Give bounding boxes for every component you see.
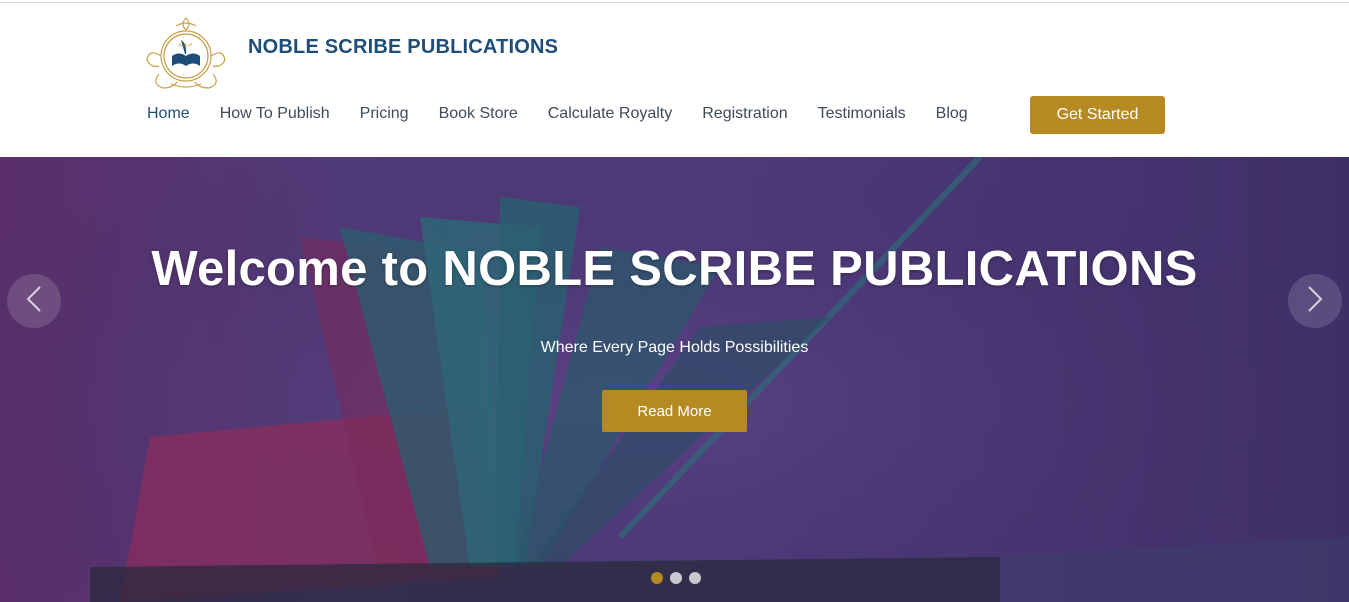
- slide-dot-2[interactable]: [670, 572, 682, 584]
- nav-home[interactable]: Home: [147, 105, 190, 123]
- nav-book-store[interactable]: Book Store: [439, 105, 518, 123]
- slider-next-button[interactable]: [1288, 274, 1342, 328]
- get-started-button[interactable]: Get Started: [1030, 96, 1165, 134]
- nav-pricing[interactable]: Pricing: [360, 105, 409, 123]
- chevron-left-icon: [25, 285, 43, 318]
- svg-text:N·S·P: N·S·P: [179, 43, 192, 49]
- slider-prev-button[interactable]: [7, 274, 61, 328]
- slide-dot-1[interactable]: [651, 572, 663, 584]
- nav-blog[interactable]: Blog: [936, 105, 968, 123]
- slider-dots: [651, 572, 701, 584]
- main-nav: Home How To Publish Pricing Book Store C…: [147, 105, 998, 123]
- slide-dot-3[interactable]: [689, 572, 701, 584]
- nav-calculate-royalty[interactable]: Calculate Royalty: [548, 105, 673, 123]
- chevron-right-icon: [1306, 285, 1324, 318]
- read-more-button[interactable]: Read More: [602, 390, 747, 432]
- site-header: N·S·P NOBLE SCRIBE PUBLICATIONS Home How…: [0, 3, 1349, 157]
- brand-name[interactable]: NOBLE SCRIBE PUBLICATIONS: [248, 36, 558, 59]
- hero-slider: Welcome to NOBLE SCRIBE PUBLICATIONS Whe…: [0, 157, 1349, 602]
- ornate-book-quill-logo[interactable]: N·S·P: [141, 12, 231, 92]
- open-book-background-image: [0, 157, 1349, 602]
- hero-subtitle: Where Every Page Holds Possibilities: [540, 339, 809, 356]
- nav-how-to-publish[interactable]: How To Publish: [220, 105, 330, 123]
- nav-registration[interactable]: Registration: [702, 105, 787, 123]
- nav-testimonials[interactable]: Testimonials: [818, 105, 906, 123]
- hero-title: Welcome to NOBLE SCRIBE PUBLICATIONS: [151, 242, 1198, 296]
